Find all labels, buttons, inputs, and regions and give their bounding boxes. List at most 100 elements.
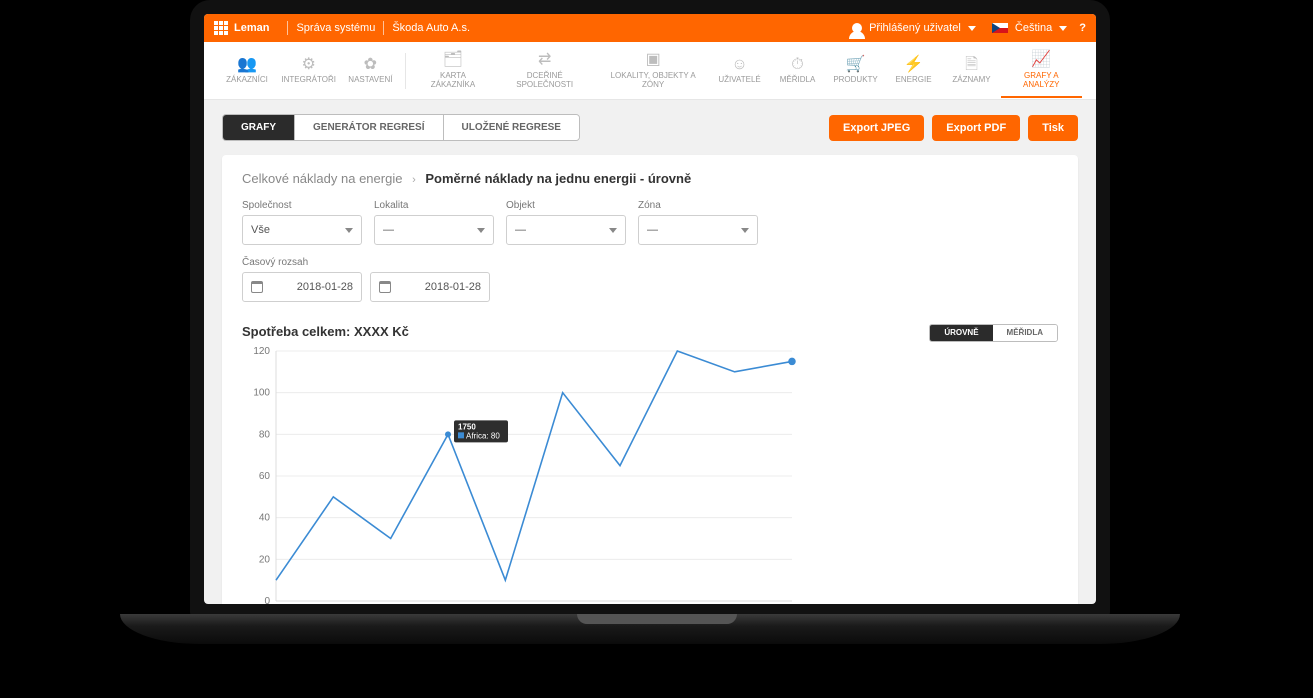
settings-icon: ✿ [364, 56, 377, 74]
nav-customer-card[interactable]: 🗂 KARTA ZÁKAZNÍKA [412, 51, 493, 89]
gauge-icon: ⏱ [791, 56, 803, 74]
nav-customers[interactable]: 👥 ZÁKAZNÍCI [218, 56, 276, 85]
section-label[interactable]: Správa systému [296, 22, 375, 34]
zone-select[interactable]: — [638, 215, 758, 245]
nav-label: INTEGRÁTOŘI [281, 76, 336, 85]
svg-text:80: 80 [259, 429, 271, 440]
nav-users[interactable]: ☺ UŽIVATELÉ [711, 56, 769, 85]
nav-label: MĚŘIDLA [780, 76, 816, 85]
user-icon: ☺ [731, 56, 747, 74]
chevron-down-icon [477, 228, 485, 233]
svg-text:120: 120 [253, 346, 270, 357]
chevron-right-icon: › [412, 174, 416, 186]
nav-subsidiaries[interactable]: ⇄ DCEŘINÉ SPOLEČNOSTI [494, 51, 596, 89]
user-menu[interactable]: Přihlášený uživatel [852, 22, 976, 34]
client-label[interactable]: Škoda Auto A.s. [392, 22, 470, 34]
brand-name[interactable]: Leman [234, 22, 269, 34]
doc-icon: 🗎 [965, 56, 978, 74]
content-area: GRAFY GENERÁTOR REGRESÍ ULOŽENÉ REGRESE … [204, 100, 1096, 604]
nav-label: LOKALITY, OBJEKTY A ZÓNY [604, 72, 703, 90]
nav-charts-analyses[interactable]: 📈 GRAFY A ANALÝZY [1001, 51, 1082, 97]
nav-meters[interactable]: ⏱ MĚŘIDLA [769, 56, 827, 85]
tab-charts[interactable]: GRAFY [223, 115, 295, 140]
nav-label: NASTAVENÍ [348, 76, 392, 85]
app-screen: Leman Správa systému Škoda Auto A.s. Při… [204, 14, 1096, 604]
calendar-icon [379, 281, 391, 293]
object-select[interactable]: — [506, 215, 626, 245]
timerange-label: Časový rozsah [242, 257, 490, 268]
svg-text:Africa: 80: Africa: 80 [466, 431, 500, 440]
tab-group: GRAFY GENERÁTOR REGRESÍ ULOŽENÉ REGRESE [222, 114, 580, 141]
breadcrumb: Celkové náklady na energie › Poměrné nák… [242, 171, 1058, 186]
date-to-input[interactable]: 2018-01-28 [370, 272, 490, 302]
topbar-divider [287, 21, 288, 35]
chevron-down-icon [609, 228, 617, 233]
breadcrumb-current: Poměrné náklady na jednu energii - úrovn… [425, 171, 691, 186]
pill-levels[interactable]: ÚROVNĚ [930, 325, 992, 341]
tab-saved-regressions[interactable]: ULOŽENÉ REGRESE [444, 115, 579, 140]
svg-text:100: 100 [253, 388, 270, 399]
company-value: Vše [251, 224, 270, 236]
filters-row: Společnost Vše Lokalita — [242, 200, 1058, 302]
zone-label: Zóna [638, 200, 758, 211]
nav-locations[interactable]: ▣ LOKALITY, OBJEKTY A ZÓNY [596, 51, 711, 89]
line-chart: 0204060801001201500160017001750180018501… [242, 345, 802, 604]
nav-label: ZÁZNAMY [952, 76, 990, 85]
nav-label: KARTA ZÁKAZNÍKA [420, 72, 485, 90]
cart-icon: 🛒 [846, 56, 866, 74]
date-from-value: 2018-01-28 [297, 281, 353, 293]
pill-meters[interactable]: MĚŘIDLA [993, 325, 1057, 341]
bolt-icon: ⚡ [904, 56, 924, 74]
print-button[interactable]: Tisk [1028, 115, 1078, 141]
language-menu[interactable]: Čeština [992, 22, 1067, 34]
nav-divider [405, 53, 406, 89]
user-label: Přihlášený uživatel [869, 22, 961, 34]
panel: Celkové náklady na energie › Poměrné nák… [222, 155, 1078, 604]
nav-settings[interactable]: ✿ NASTAVENÍ [341, 56, 399, 85]
export-jpeg-button[interactable]: Export JPEG [829, 115, 924, 141]
nav-label: GRAFY A ANALÝZY [1009, 72, 1074, 90]
nav-label: DCEŘINÉ SPOLEČNOSTI [502, 72, 588, 90]
apps-grid-icon[interactable] [214, 21, 228, 35]
locality-value: — [383, 224, 394, 236]
locality-select[interactable]: — [374, 215, 494, 245]
nav-records[interactable]: 🗎 ZÁZNAMY [943, 56, 1001, 85]
laptop-frame: Leman Správa systému Škoda Auto A.s. Při… [190, 0, 1110, 618]
chevron-down-icon [968, 26, 976, 31]
tab-regression-generator[interactable]: GENERÁTOR REGRESÍ [295, 115, 444, 140]
svg-text:1750: 1750 [458, 422, 476, 431]
nav-label: ENERGIE [896, 76, 932, 85]
chevron-down-icon [1059, 26, 1067, 31]
gear-icon: ⚙ [302, 56, 316, 74]
object-label: Objekt [506, 200, 626, 211]
svg-text:0: 0 [264, 596, 270, 604]
grid-icon: ▣ [646, 51, 661, 69]
chart-row: Spotřeba celkem: XXXX Kč 020406080100120… [242, 324, 1058, 604]
company-select[interactable]: Vše [242, 215, 362, 245]
nav-energy[interactable]: ⚡ ENERGIE [885, 56, 943, 85]
users-icon: 👥 [237, 56, 257, 74]
chevron-down-icon [741, 228, 749, 233]
nav-label: PRODUKTY [833, 76, 877, 85]
org-icon: ⇄ [538, 51, 551, 69]
flag-icon [992, 23, 1008, 33]
laptop-notch [577, 614, 737, 624]
chevron-down-icon [345, 228, 353, 233]
chart-icon: 📈 [1031, 51, 1051, 69]
svg-text:60: 60 [259, 471, 271, 482]
chart-mode-toggle: ÚROVNĚ MĚŘIDLA [929, 324, 1058, 342]
locality-label: Lokalita [374, 200, 494, 211]
nav-integrators[interactable]: ⚙ INTEGRÁTOŘI [276, 56, 341, 85]
nav-label: ZÁKAZNÍCI [226, 76, 268, 85]
export-pdf-button[interactable]: Export PDF [932, 115, 1020, 141]
date-from-input[interactable]: 2018-01-28 [242, 272, 362, 302]
help-icon[interactable]: ? [1079, 22, 1086, 34]
company-label: Společnost [242, 200, 362, 211]
language-label: Čeština [1015, 22, 1052, 34]
topbar: Leman Správa systému Škoda Auto A.s. Při… [204, 14, 1096, 42]
breadcrumb-parent[interactable]: Celkové náklady na energie [242, 171, 402, 186]
nav-products[interactable]: 🛒 PRODUKTY [827, 56, 885, 85]
zone-value: — [647, 224, 658, 236]
object-value: — [515, 224, 526, 236]
topbar-divider [383, 21, 384, 35]
